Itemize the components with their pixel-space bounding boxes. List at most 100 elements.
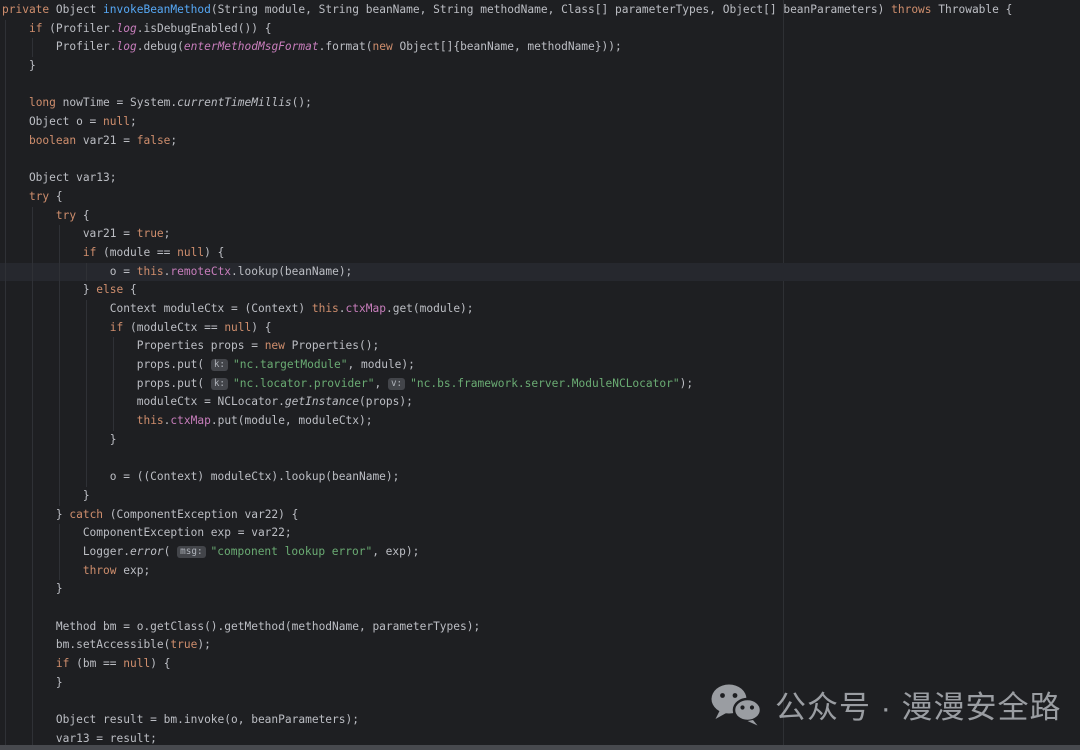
- code-token: var21 =: [2, 227, 137, 240]
- indent-guide: [5, 281, 6, 300]
- indent-guide: [32, 506, 33, 525]
- indent-guide: [59, 225, 60, 244]
- code-line[interactable]: Profiler.log.debug(enterMethodMsgFormat.…: [0, 38, 1080, 57]
- code-line[interactable]: if (module == null) {: [0, 244, 1080, 263]
- indent-guide: [86, 431, 87, 450]
- indent-guide: [32, 562, 33, 581]
- code-line[interactable]: o = ((Context) moduleCtx).lookup(beanNam…: [0, 468, 1080, 487]
- code-line[interactable]: props.put( k:"nc.targetModule", module);: [0, 356, 1080, 375]
- code-line[interactable]: if (moduleCtx == null) {: [0, 319, 1080, 338]
- indent-guide: [5, 132, 6, 151]
- code-token: (bm ==: [69, 657, 123, 670]
- code-token: ) {: [150, 657, 170, 670]
- code-line[interactable]: try {: [0, 207, 1080, 226]
- code-line[interactable]: o = this.remoteCtx.lookup(beanName);: [0, 263, 1080, 282]
- code-line[interactable]: Object var13;: [0, 169, 1080, 188]
- code-token: false: [137, 134, 171, 147]
- indent-guide: [5, 711, 6, 730]
- code-token: (props);: [359, 395, 413, 408]
- code-line[interactable]: private Object invokeBeanMethod(String m…: [0, 1, 1080, 20]
- code-line[interactable]: boolean var21 = false;: [0, 132, 1080, 151]
- code-line[interactable]: [0, 599, 1080, 618]
- code-line[interactable]: Properties props = new Properties();: [0, 337, 1080, 356]
- code-line[interactable]: try {: [0, 188, 1080, 207]
- code-line[interactable]: }: [0, 431, 1080, 450]
- code-token: "nc.targetModule": [233, 358, 348, 371]
- code-line[interactable]: props.put( k:"nc.locator.provider", v:"n…: [0, 375, 1080, 394]
- code-line[interactable]: Context moduleCtx = (Context) this.ctxMa…: [0, 300, 1080, 319]
- indent-guide: [5, 207, 6, 226]
- indent-guide: [5, 655, 6, 674]
- indent-guide: [59, 524, 60, 543]
- indent-guide: [59, 487, 60, 506]
- code-token: invokeBeanMethod: [103, 3, 211, 16]
- indent-guide: [86, 412, 87, 431]
- indent-guide: [32, 599, 33, 618]
- code-token: try: [56, 209, 76, 222]
- indent-guide: [59, 356, 60, 375]
- code-token: try: [29, 190, 49, 203]
- code-token: "component lookup error": [211, 545, 373, 558]
- code-line[interactable]: throw exp;: [0, 562, 1080, 581]
- code-token: ;: [164, 227, 171, 240]
- code-line[interactable]: bm.setAccessible(true);: [0, 636, 1080, 655]
- code-token: true: [137, 227, 164, 240]
- code-line[interactable]: } catch (ComponentException var22) {: [0, 506, 1080, 525]
- indent-guide: [32, 281, 33, 300]
- code-token: Profiler.: [2, 40, 117, 53]
- code-token: [2, 657, 56, 670]
- code-line[interactable]: Object o = null;: [0, 113, 1080, 132]
- indent-guide: [32, 580, 33, 599]
- code-token: (module ==: [96, 246, 177, 259]
- code-token: enterMethodMsgFormat: [184, 40, 319, 53]
- code-line[interactable]: [0, 76, 1080, 95]
- indent-guide: [5, 468, 6, 487]
- code-token: Object result = bm.invoke(o, beanParamet…: [2, 713, 359, 726]
- code-token: }: [2, 59, 36, 72]
- code-line[interactable]: if (bm == null) {: [0, 655, 1080, 674]
- code-token: if: [29, 22, 42, 35]
- watermark: 公众号 · 漫漫安全路: [710, 680, 1062, 728]
- indent-guide: [5, 431, 6, 450]
- code-editor[interactable]: private Object invokeBeanMethod(String m…: [0, 0, 1080, 750]
- code-line[interactable]: [0, 151, 1080, 170]
- code-token: Object: [49, 3, 103, 16]
- indent-guide: [86, 356, 87, 375]
- indent-guide: [59, 281, 60, 300]
- code-line[interactable]: [0, 450, 1080, 469]
- code-line[interactable]: if (Profiler.log.isDebugEnabled()) {: [0, 20, 1080, 39]
- code-line[interactable]: }: [0, 580, 1080, 599]
- code-token: private: [2, 3, 49, 16]
- code-token: remoteCtx: [170, 265, 231, 278]
- parameter-hint: v:: [388, 378, 405, 390]
- indent-guide: [32, 636, 33, 655]
- indent-guide: [32, 468, 33, 487]
- code-token: moduleCtx = NCLocator.: [2, 395, 285, 408]
- indent-guide: [5, 375, 6, 394]
- code-token: );: [680, 377, 693, 390]
- code-line[interactable]: Method bm = o.getClass().getMethod(metho…: [0, 618, 1080, 637]
- code-token: o =: [2, 265, 137, 278]
- indent-guide: [5, 580, 6, 599]
- indent-guide: [59, 263, 60, 282]
- code-line[interactable]: moduleCtx = NCLocator.getInstance(props)…: [0, 393, 1080, 412]
- code-line[interactable]: this.ctxMap.put(module, moduleCtx);: [0, 412, 1080, 431]
- code-line[interactable]: Logger.error( msg:"component lookup erro…: [0, 543, 1080, 562]
- indent-guide: [32, 450, 33, 469]
- code-line[interactable]: } else {: [0, 281, 1080, 300]
- indent-guide: [32, 487, 33, 506]
- code-line[interactable]: long nowTime = System.currentTimeMillis(…: [0, 94, 1080, 113]
- code-line[interactable]: var21 = true;: [0, 225, 1080, 244]
- code-token: null: [224, 321, 251, 334]
- code-token: [2, 209, 56, 222]
- code-line[interactable]: }: [0, 57, 1080, 76]
- code-line[interactable]: ComponentException exp = var22;: [0, 524, 1080, 543]
- code-token: throws: [891, 3, 931, 16]
- code-token: ,: [374, 377, 387, 390]
- indent-guide: [32, 207, 33, 226]
- indent-guide: [59, 244, 60, 263]
- indent-guide: [113, 356, 114, 375]
- code-line[interactable]: }: [0, 487, 1080, 506]
- indent-guide: [59, 300, 60, 319]
- indent-guide: [5, 319, 6, 338]
